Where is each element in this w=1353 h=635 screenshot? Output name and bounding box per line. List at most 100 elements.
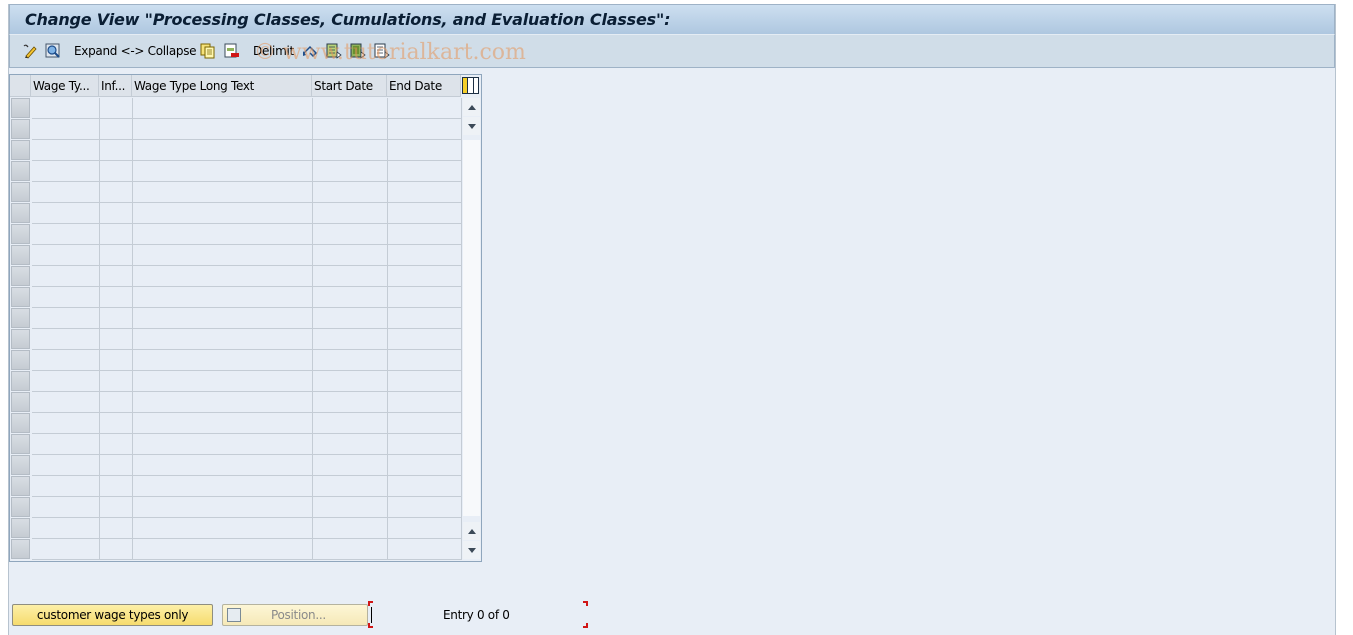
table-cell[interactable] [133, 224, 313, 245]
table-cell[interactable] [133, 119, 313, 140]
table-cell[interactable] [388, 392, 462, 413]
row-selector[interactable] [11, 350, 30, 370]
table-cell[interactable] [388, 413, 462, 434]
scroll-line-down-button[interactable] [463, 117, 480, 135]
table-cell[interactable] [100, 518, 133, 539]
table-cell[interactable] [313, 476, 388, 497]
table-cell[interactable] [133, 539, 313, 560]
column-header-end-date[interactable]: End Date [387, 75, 461, 97]
select-block-button[interactable] [350, 42, 366, 60]
table-cell[interactable] [313, 140, 388, 161]
table-cell[interactable] [313, 518, 388, 539]
delete-button[interactable] [224, 42, 240, 60]
table-cell[interactable] [100, 203, 133, 224]
table-cell[interactable] [388, 245, 462, 266]
row-selector[interactable] [11, 308, 30, 328]
table-cell[interactable] [32, 434, 100, 455]
row-selector[interactable] [11, 98, 30, 118]
table-cell[interactable] [32, 371, 100, 392]
row-selector[interactable] [11, 203, 30, 223]
table-cell[interactable] [32, 329, 100, 350]
table-cell[interactable] [388, 476, 462, 497]
scroll-page-up-button[interactable] [463, 98, 480, 116]
row-selector[interactable] [11, 413, 30, 433]
table-cell[interactable] [388, 287, 462, 308]
table-cell[interactable] [388, 203, 462, 224]
table-cell[interactable] [133, 518, 313, 539]
table-cell[interactable] [313, 308, 388, 329]
table-cell[interactable] [133, 476, 313, 497]
table-cell[interactable] [32, 413, 100, 434]
table-cell[interactable] [388, 371, 462, 392]
table-cell[interactable] [388, 329, 462, 350]
table-cell[interactable] [133, 413, 313, 434]
table-cell[interactable] [100, 455, 133, 476]
table-cell[interactable] [100, 224, 133, 245]
table-cell[interactable] [313, 161, 388, 182]
table-cell[interactable] [133, 182, 313, 203]
table-cell[interactable] [100, 287, 133, 308]
table-cell[interactable] [133, 287, 313, 308]
table-cell[interactable] [388, 266, 462, 287]
table-cell[interactable] [32, 224, 100, 245]
row-selector[interactable] [11, 329, 30, 349]
table-cell[interactable] [100, 98, 133, 119]
table-cell[interactable] [388, 434, 462, 455]
table-cell[interactable] [32, 518, 100, 539]
row-selector[interactable] [11, 224, 30, 244]
position-button[interactable]: Position... [222, 604, 368, 626]
table-cell[interactable] [313, 224, 388, 245]
table-cell[interactable] [100, 308, 133, 329]
row-selector[interactable] [11, 140, 30, 160]
row-selector[interactable] [11, 266, 30, 286]
table-cell[interactable] [388, 497, 462, 518]
table-cell[interactable] [313, 539, 388, 560]
row-selector[interactable] [11, 476, 30, 496]
table-cell[interactable] [388, 98, 462, 119]
table-cell[interactable] [133, 455, 313, 476]
row-selector[interactable] [11, 434, 30, 454]
table-cell[interactable] [100, 497, 133, 518]
table-cell[interactable] [313, 413, 388, 434]
table-cell[interactable] [100, 371, 133, 392]
row-selector[interactable] [11, 497, 30, 517]
table-cell[interactable] [133, 371, 313, 392]
table-cell[interactable] [313, 203, 388, 224]
row-selector[interactable] [11, 371, 30, 391]
table-cell[interactable] [32, 119, 100, 140]
scroll-line-up-button[interactable] [463, 522, 480, 540]
row-selector[interactable] [11, 287, 30, 307]
column-header-long-text[interactable]: Wage Type Long Text [132, 75, 312, 97]
table-cell[interactable] [32, 497, 100, 518]
table-cell[interactable] [388, 140, 462, 161]
scroll-page-down-button[interactable] [463, 541, 480, 559]
table-cell[interactable] [32, 161, 100, 182]
table-cell[interactable] [133, 245, 313, 266]
table-cell[interactable] [133, 266, 313, 287]
scroll-track[interactable] [463, 140, 480, 516]
table-cell[interactable] [388, 518, 462, 539]
table-cell[interactable] [313, 350, 388, 371]
copy-button[interactable] [200, 42, 216, 60]
table-cell[interactable] [388, 224, 462, 245]
table-cell[interactable] [100, 119, 133, 140]
table-cell[interactable] [100, 329, 133, 350]
table-cell[interactable] [388, 308, 462, 329]
table-cell[interactable] [100, 392, 133, 413]
table-cell[interactable] [100, 434, 133, 455]
table-cell[interactable] [313, 371, 388, 392]
select-all-rows-cell[interactable] [10, 75, 31, 97]
table-cell[interactable] [100, 413, 133, 434]
table-cell[interactable] [133, 350, 313, 371]
table-cell[interactable] [32, 203, 100, 224]
table-cell[interactable] [388, 161, 462, 182]
table-cell[interactable] [32, 140, 100, 161]
table-cell[interactable] [133, 161, 313, 182]
row-selector[interactable] [11, 539, 30, 559]
table-cell[interactable] [32, 539, 100, 560]
table-cell[interactable] [32, 182, 100, 203]
table-cell[interactable] [313, 329, 388, 350]
undo-change-button[interactable] [302, 42, 318, 60]
table-cell[interactable] [133, 203, 313, 224]
table-cell[interactable] [388, 119, 462, 140]
